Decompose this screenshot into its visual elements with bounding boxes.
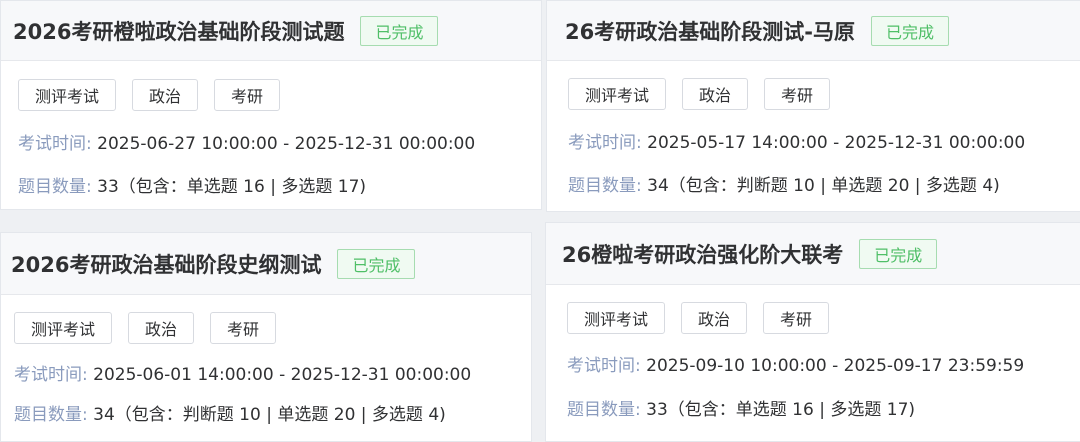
card-header: 2026考研橙啦政治基础阶段测试题 已完成 (1, 1, 541, 61)
exam-time-row: 考试时间: 2025-06-27 10:00:00 - 2025-12-31 0… (18, 129, 475, 154)
question-count-label: 题目数量: (18, 177, 92, 197)
tag-row: 测评考试 政治 考研 (567, 302, 845, 334)
tag-subject[interactable]: 政治 (128, 312, 195, 344)
tag-exam-type[interactable]: 考研 (764, 78, 831, 110)
exam-time-row: 考试时间: 2025-06-01 14:00:00 - 2025-12-31 0… (14, 360, 471, 385)
tag-row: 测评考试 政治 考研 (14, 312, 292, 344)
question-count-value: 33（包含：单选题 16 | 多选题 17) (646, 400, 916, 420)
question-count-row: 题目数量: 34（包含：判断题 10 | 单选题 20 | 多选题 4) (568, 171, 1000, 196)
question-count-row: 题目数量: 33（包含：单选题 16 | 多选题 17) (18, 172, 366, 197)
question-count-value: 33（包含：单选题 16 | 多选题 17) (97, 177, 367, 197)
status-badge: 已完成 (360, 15, 439, 46)
exam-time-label: 考试时间: (14, 365, 88, 385)
exam-title[interactable]: 26考研政治基础阶段测试-马原 (565, 16, 855, 46)
exam-time-value: 2025-05-17 14:00:00 - 2025-12-31 00:00:0… (647, 133, 1026, 153)
tag-exam-type[interactable]: 考研 (210, 312, 277, 344)
question-count-value: 34（包含：判断题 10 | 单选题 20 | 多选题 4) (647, 176, 1000, 196)
status-badge: 已完成 (337, 248, 416, 279)
question-count-value: 34（包含：判断题 10 | 单选题 20 | 多选题 4) (93, 405, 446, 425)
question-count-label: 题目数量: (567, 400, 641, 420)
exam-title[interactable]: 2026考研政治基础阶段史纲测试 (11, 249, 321, 279)
card-header: 26考研政治基础阶段测试-马原 已完成 (547, 1, 1080, 61)
tag-exam-type[interactable]: 考研 (214, 79, 281, 111)
exam-card[interactable]: 2026考研政治基础阶段史纲测试 已完成 测评考试 政治 考研 考试时间: 20… (0, 232, 532, 442)
exam-time-value: 2025-06-27 10:00:00 - 2025-12-31 00:00:0… (97, 134, 476, 154)
tag-row: 测评考试 政治 考研 (568, 78, 846, 110)
tag-category[interactable]: 测评考试 (18, 79, 117, 111)
exam-time-label: 考试时间: (568, 133, 642, 153)
card-header: 2026考研政治基础阶段史纲测试 已完成 (1, 233, 531, 295)
exam-time-label: 考试时间: (567, 356, 641, 376)
exam-time-label: 考试时间: (18, 134, 92, 154)
tag-category[interactable]: 测评考试 (14, 312, 113, 344)
question-count-row: 题目数量: 33（包含：单选题 16 | 多选题 17) (567, 395, 915, 420)
tag-row: 测评考试 政治 考研 (18, 79, 296, 111)
question-count-label: 题目数量: (14, 405, 88, 425)
tag-subject[interactable]: 政治 (681, 302, 748, 334)
exam-time-value: 2025-09-10 10:00:00 - 2025-09-17 23:59:5… (646, 356, 1025, 376)
exam-title[interactable]: 2026考研橙啦政治基础阶段测试题 (13, 16, 344, 46)
exam-time-value: 2025-06-01 14:00:00 - 2025-12-31 00:00:0… (93, 365, 472, 385)
tag-exam-type[interactable]: 考研 (763, 302, 830, 334)
question-count-row: 题目数量: 34（包含：判断题 10 | 单选题 20 | 多选题 4) (14, 400, 446, 425)
exam-card[interactable]: 2026考研橙啦政治基础阶段测试题 已完成 测评考试 政治 考研 考试时间: 2… (0, 0, 542, 210)
exam-time-row: 考试时间: 2025-09-10 10:00:00 - 2025-09-17 2… (567, 351, 1024, 376)
status-badge: 已完成 (870, 15, 949, 46)
question-count-label: 题目数量: (568, 176, 642, 196)
tag-subject[interactable]: 政治 (682, 78, 749, 110)
exam-time-row: 考试时间: 2025-05-17 14:00:00 - 2025-12-31 0… (568, 128, 1025, 153)
card-header: 26橙啦考研政治强化阶大联考 已完成 (546, 223, 1080, 285)
status-badge: 已完成 (859, 238, 938, 269)
exam-card[interactable]: 26考研政治基础阶段测试-马原 已完成 测评考试 政治 考研 考试时间: 202… (546, 0, 1080, 212)
tag-subject[interactable]: 政治 (132, 79, 199, 111)
tag-category[interactable]: 测评考试 (567, 302, 666, 334)
tag-category[interactable]: 测评考试 (568, 78, 667, 110)
exam-title[interactable]: 26橙啦考研政治强化阶大联考 (562, 239, 843, 269)
exam-card[interactable]: 26橙啦考研政治强化阶大联考 已完成 测评考试 政治 考研 考试时间: 2025… (545, 222, 1080, 442)
